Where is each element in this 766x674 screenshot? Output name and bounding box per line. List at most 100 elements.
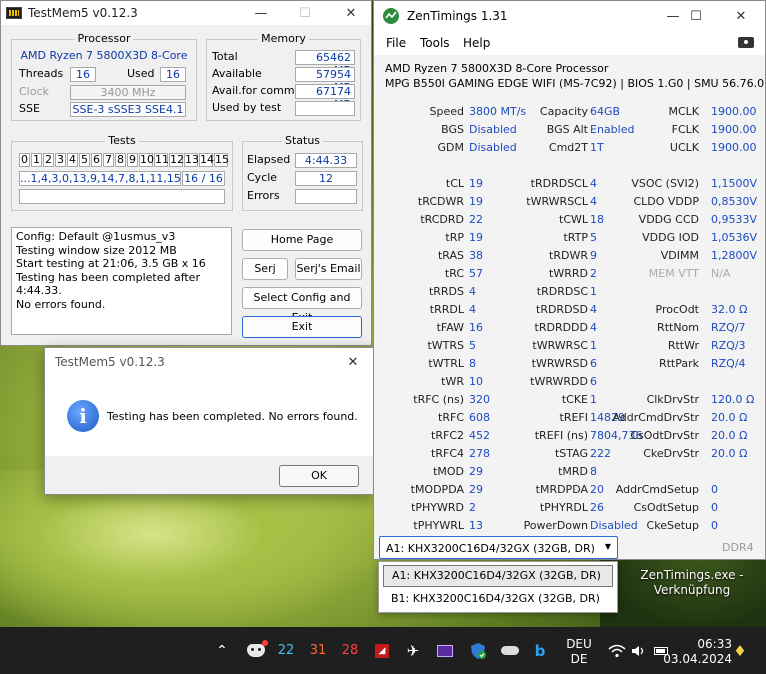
cpu-name: AMD Ryzen 7 5800X3D 8-Core [20,49,188,62]
timing-label: UCLK [669,141,699,154]
commit-label: Avail.for commit [212,84,302,97]
timing-label: tRFC4 [431,447,464,460]
security-shield-icon[interactable] [466,627,490,674]
clock[interactable]: 06:33 03.04.2024 [662,637,732,667]
dialog-message: Testing has been completed. No errors fo… [107,410,358,423]
timing-label: tRRDL [429,303,464,316]
timing-value: 0,9533V [711,213,758,226]
testmem-titlebar[interactable]: TestMem5 v0.12.3 — ☐ ✕ [1,1,371,25]
timing-value: 5 [590,231,597,244]
timing-label: RttWr [667,339,699,352]
elapsed-value: 4:44.33 [295,153,357,168]
timing-value: 19 [469,177,483,190]
test-cell: 5 [79,153,90,167]
timing-value: 0 [711,483,718,496]
minimize-button[interactable]: — [239,1,283,25]
timing-value: 1,2800V [711,249,758,262]
timing-label: tMRD [558,465,588,478]
chevron-down-icon: ▼ [604,542,611,551]
errors-label: Errors [247,189,280,202]
timing-label: tWRRD [549,267,588,280]
used-label: Used [127,67,155,80]
desktop-shortcut-label[interactable]: ZenTimings.exe - Verknüpfung [640,568,744,598]
zentimings-window: ZenTimings 1.31 — ☐ ✕ File Tools Help AM… [373,0,766,560]
dialog-close-button[interactable]: ✕ [331,350,375,374]
timing-value: 1 [590,339,597,352]
discord-icon[interactable] [244,627,268,674]
timing-value: 4 [469,285,476,298]
log-box[interactable]: Config: Default @1usmus_v3 Testing windo… [11,227,232,335]
monitor-app-icon[interactable] [433,627,457,674]
ok-button[interactable]: OK [279,465,359,487]
notification-bell-icon[interactable]: ♦ [730,627,750,674]
timing-label: tREFI (ns) [534,429,588,442]
available-label: Available [212,67,262,80]
dropdown-option-b1[interactable]: B1: KHX3200C16D4/32GX (32GB, DR) [383,589,613,611]
close-button[interactable]: ✕ [329,1,373,25]
threads-label: Threads [19,67,64,80]
timing-label: VDDG CCD [638,213,699,226]
timing-label: PowerDown [523,519,588,532]
timing-value: 0 [711,501,718,514]
temp-readout-1[interactable]: 22 [274,627,298,674]
timing-label: tREFI [559,411,588,424]
timing-label: VSOC (SVI2) [631,177,699,190]
chevron-up-icon[interactable]: ⌃ [210,627,234,674]
cycle-value: 12 [295,171,357,186]
timing-value: 222 [590,447,611,460]
timing-label: VDDG IOD [642,231,699,244]
timing-value: 1,1500V [711,177,758,190]
timing-value: 19 [469,231,483,244]
timing-value: 320 [469,393,490,406]
timing-value: 6 [590,357,597,370]
timings-grid: Speed 3800 MT/s BGS Disabled GDM Disabled tCL 1… [374,1,765,532]
serj-button[interactable]: Serj [242,258,288,280]
serj-email-button[interactable]: Serj's Email [295,258,362,280]
module-select[interactable]: A1: KHX3200C16D4/32GX (32GB, DR) ▼ [379,536,618,559]
timing-label: tWRWRSD [531,357,588,370]
timing-value: Enabled [590,123,635,136]
sse-label: SSE [19,102,40,115]
language-indicator[interactable]: DEU DE [564,637,594,667]
temp-readout-2[interactable]: 31 [306,627,330,674]
timing-label: Capacity [539,105,588,118]
language-code: DEU [566,637,592,651]
volume-icon[interactable] [628,627,650,674]
timing-value: N/A [711,267,731,280]
timing-value: 20.0 Ω [711,411,748,424]
timing-label: GDM [437,141,465,154]
exit-button[interactable]: Exit [242,316,362,338]
log-line: No errors found. [16,297,106,311]
timing-value: 1,0536V [711,231,758,244]
test-cell: 14 [199,153,214,167]
timing-label: tPHYWRL [413,519,464,532]
home-page-button[interactable]: Home Page [242,229,362,251]
onedrive-icon[interactable] [498,627,522,674]
timing-label: tRP [445,231,464,244]
clock-date: 03.04.2024 [663,652,732,666]
airplane-icon[interactable]: ✈ [401,627,425,674]
test-cell: 2 [43,153,54,167]
timing-value: 1T [590,141,604,154]
timing-label: MEM VTT [648,267,699,280]
dropdown-option-a1[interactable]: A1: KHX3200C16D4/32GX (32GB, DR) [383,565,613,587]
timing-value: 8 [469,357,476,370]
timing-value: 4 [590,303,597,316]
dialog-titlebar[interactable]: TestMem5 v0.12.3 ✕ [45,348,373,376]
timing-value: RZQ/3 [711,339,746,352]
temp-readout-3[interactable]: 28 [338,627,362,674]
timing-label: tWR [441,375,464,388]
amd-icon[interactable]: ◢ [370,627,394,674]
bing-icon[interactable]: b [528,627,552,674]
timing-label: CsOdtSetup [633,501,699,514]
wifi-icon[interactable] [606,627,628,674]
timing-label: AddrCmdDrvStr [612,411,699,424]
timing-value: RZQ/4 [711,357,746,370]
select-config-exit-button[interactable]: Select Config and Exit [242,287,362,324]
timing-label: tWRWRSCL [526,195,588,208]
total-value: 65462 MB [295,50,355,77]
timing-value: 38 [469,249,483,262]
timing-value: 32.0 Ω [711,303,748,316]
info-icon: i [67,400,99,432]
timing-label: tMODPDA [410,483,464,496]
